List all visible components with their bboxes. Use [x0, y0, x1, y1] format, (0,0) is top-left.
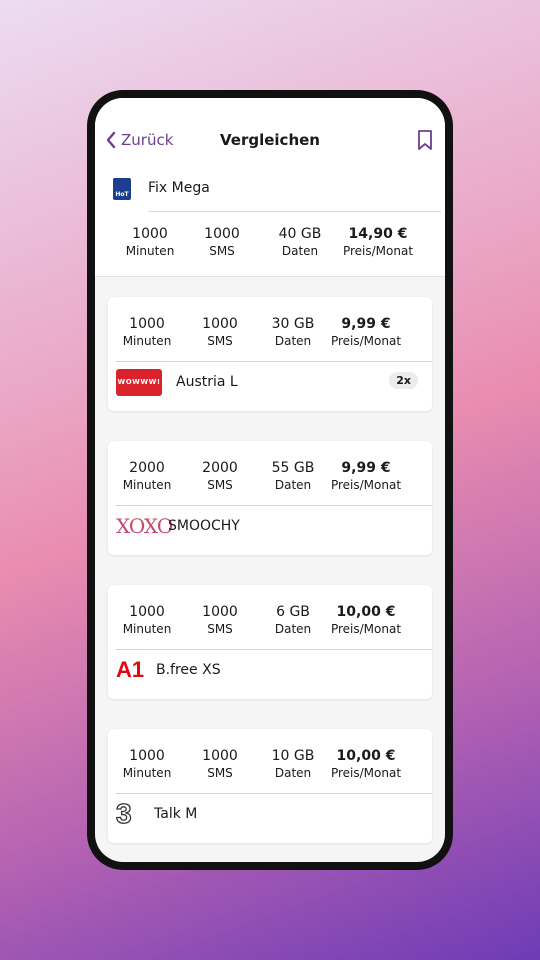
- stat-label: SMS: [207, 766, 233, 780]
- stat-value: 1000: [132, 226, 168, 242]
- stat-sms: 1000 SMS: [180, 747, 260, 781]
- stat-value: 6 GB: [276, 604, 310, 620]
- stat-label: SMS: [207, 622, 233, 636]
- tariff-name: SMOOCHY: [168, 518, 240, 534]
- stat-value: 9,99 €: [341, 316, 391, 332]
- stat-label: Preis/Monat: [330, 478, 402, 492]
- a1-logo: A1: [116, 657, 145, 682]
- selected-stats: 1000 Minuten 1000 SMS 40 GB Daten 14,90 …: [117, 225, 417, 259]
- stat-value: 1000: [129, 748, 165, 764]
- offer-card[interactable]: 1000 Minuten 1000 SMS 10 GB Daten 10,00 …: [108, 729, 432, 843]
- stat-label: Daten: [274, 334, 312, 348]
- divider: [116, 649, 432, 650]
- stat-value: 9,99 €: [341, 460, 391, 476]
- smoochy-logo: XOXO: [116, 514, 173, 538]
- offer-stats: 1000 Minuten 1000 SMS 10 GB Daten 10,00 …: [114, 747, 406, 781]
- divider: [116, 793, 432, 794]
- stat-label: Minuten: [122, 478, 172, 492]
- stat-price: 9,99 € Preis/Monat: [326, 459, 406, 493]
- offer-stats: 2000 Minuten 2000 SMS 55 GB Daten 9,99 €…: [114, 459, 406, 493]
- stat-value: 2000: [202, 460, 238, 476]
- stat-minutes: 1000 Minuten: [114, 603, 180, 637]
- divider: [116, 505, 432, 506]
- stat-sms: 2000 SMS: [180, 459, 260, 493]
- stat-data: 30 GB Daten: [260, 315, 326, 349]
- stat-value: 30 GB: [271, 316, 315, 332]
- stat-price: 10,00 € Preis/Monat: [326, 603, 406, 637]
- offer-stats: 1000 Minuten 1000 SMS 30 GB Daten 9,99 €…: [114, 315, 406, 349]
- stat-value: 1000: [202, 748, 238, 764]
- stat-label: Minuten: [122, 766, 172, 780]
- stat-label: Minuten: [122, 622, 172, 636]
- stat-label: Minuten: [122, 334, 172, 348]
- stat-value: 1000: [129, 316, 165, 332]
- stat-sms: 1000 SMS: [180, 315, 260, 349]
- bookmark-icon[interactable]: [417, 129, 433, 155]
- divider: [116, 361, 432, 362]
- stat-label: Daten: [274, 766, 312, 780]
- stat-sms: 1000 SMS: [183, 225, 261, 259]
- provider-row: 3 Talk M: [115, 797, 198, 829]
- top-bar: Zurück Vergleichen: [95, 98, 445, 168]
- stat-value: 1000: [202, 604, 238, 620]
- stat-value: 10,00 €: [336, 748, 396, 764]
- provider-row: WOWWW! Austria L: [116, 367, 238, 397]
- offer-stats: 1000 Minuten 1000 SMS 6 GB Daten 10,00 €…: [114, 603, 406, 637]
- offer-card[interactable]: 1000 Minuten 1000 SMS 30 GB Daten 9,99 €…: [108, 297, 432, 411]
- selected-tariff: HoT Fix Mega 1000 Minuten 1000 SMS 40 GB…: [95, 168, 445, 277]
- stat-minutes: 1000 Minuten: [114, 747, 180, 781]
- stat-price: 10,00 € Preis/Monat: [326, 747, 406, 781]
- stat-minutes: 1000 Minuten: [117, 225, 183, 259]
- stat-sms: 1000 SMS: [180, 603, 260, 637]
- drei-logo: 3: [115, 797, 132, 829]
- wowww-logo: WOWWW!: [116, 368, 162, 396]
- stat-label: SMS: [207, 334, 233, 348]
- stat-value: 55 GB: [271, 460, 315, 476]
- stat-value: 14,90 €: [348, 226, 408, 242]
- tariff-name: Talk M: [154, 806, 198, 822]
- stat-minutes: 2000 Minuten: [114, 459, 180, 493]
- divider: [148, 211, 441, 212]
- count-badge: 2x: [389, 372, 418, 389]
- offer-card[interactable]: 1000 Minuten 1000 SMS 6 GB Daten 10,00 €…: [108, 585, 432, 699]
- stat-value: 1000: [129, 604, 165, 620]
- page-title: Vergleichen: [220, 131, 320, 149]
- stat-label: Preis/Monat: [330, 622, 402, 636]
- phone-frame: Zurück Vergleichen HoT Fix Mega 1000 Min…: [87, 90, 453, 870]
- provider-row: XOXO SMOOCHY: [116, 511, 240, 541]
- stat-label: Minuten: [125, 244, 175, 258]
- app-screen: Zurück Vergleichen HoT Fix Mega 1000 Min…: [95, 98, 445, 862]
- stat-value: 1000: [202, 316, 238, 332]
- stat-data: 6 GB Daten: [260, 603, 326, 637]
- stat-label: Preis/Monat: [342, 244, 414, 258]
- tariff-name: Austria L: [176, 374, 238, 390]
- stat-label: Daten: [281, 244, 319, 258]
- stat-value: 2000: [129, 460, 165, 476]
- stat-label: Daten: [274, 622, 312, 636]
- stat-data: 40 GB Daten: [261, 225, 339, 259]
- stat-data: 10 GB Daten: [260, 747, 326, 781]
- selected-tariff-name: Fix Mega: [148, 180, 210, 196]
- stat-label: Daten: [274, 478, 312, 492]
- stat-label: Preis/Monat: [330, 334, 402, 348]
- stat-label: SMS: [207, 478, 233, 492]
- stat-value: 40 GB: [278, 226, 322, 242]
- stat-price: 14,90 € Preis/Monat: [339, 225, 417, 259]
- hot-logo: HoT: [113, 178, 131, 200]
- stat-label: SMS: [209, 244, 235, 258]
- stat-minutes: 1000 Minuten: [114, 315, 180, 349]
- stat-value: 10,00 €: [336, 604, 396, 620]
- tariff-name: B.free XS: [156, 662, 221, 678]
- stat-data: 55 GB Daten: [260, 459, 326, 493]
- offer-card[interactable]: 2000 Minuten 2000 SMS 55 GB Daten 9,99 €…: [108, 441, 432, 555]
- stat-value: 10 GB: [271, 748, 315, 764]
- provider-row: A1 B.free XS: [116, 655, 221, 685]
- stat-value: 1000: [204, 226, 240, 242]
- stat-price: 9,99 € Preis/Monat: [326, 315, 406, 349]
- stat-label: Preis/Monat: [330, 766, 402, 780]
